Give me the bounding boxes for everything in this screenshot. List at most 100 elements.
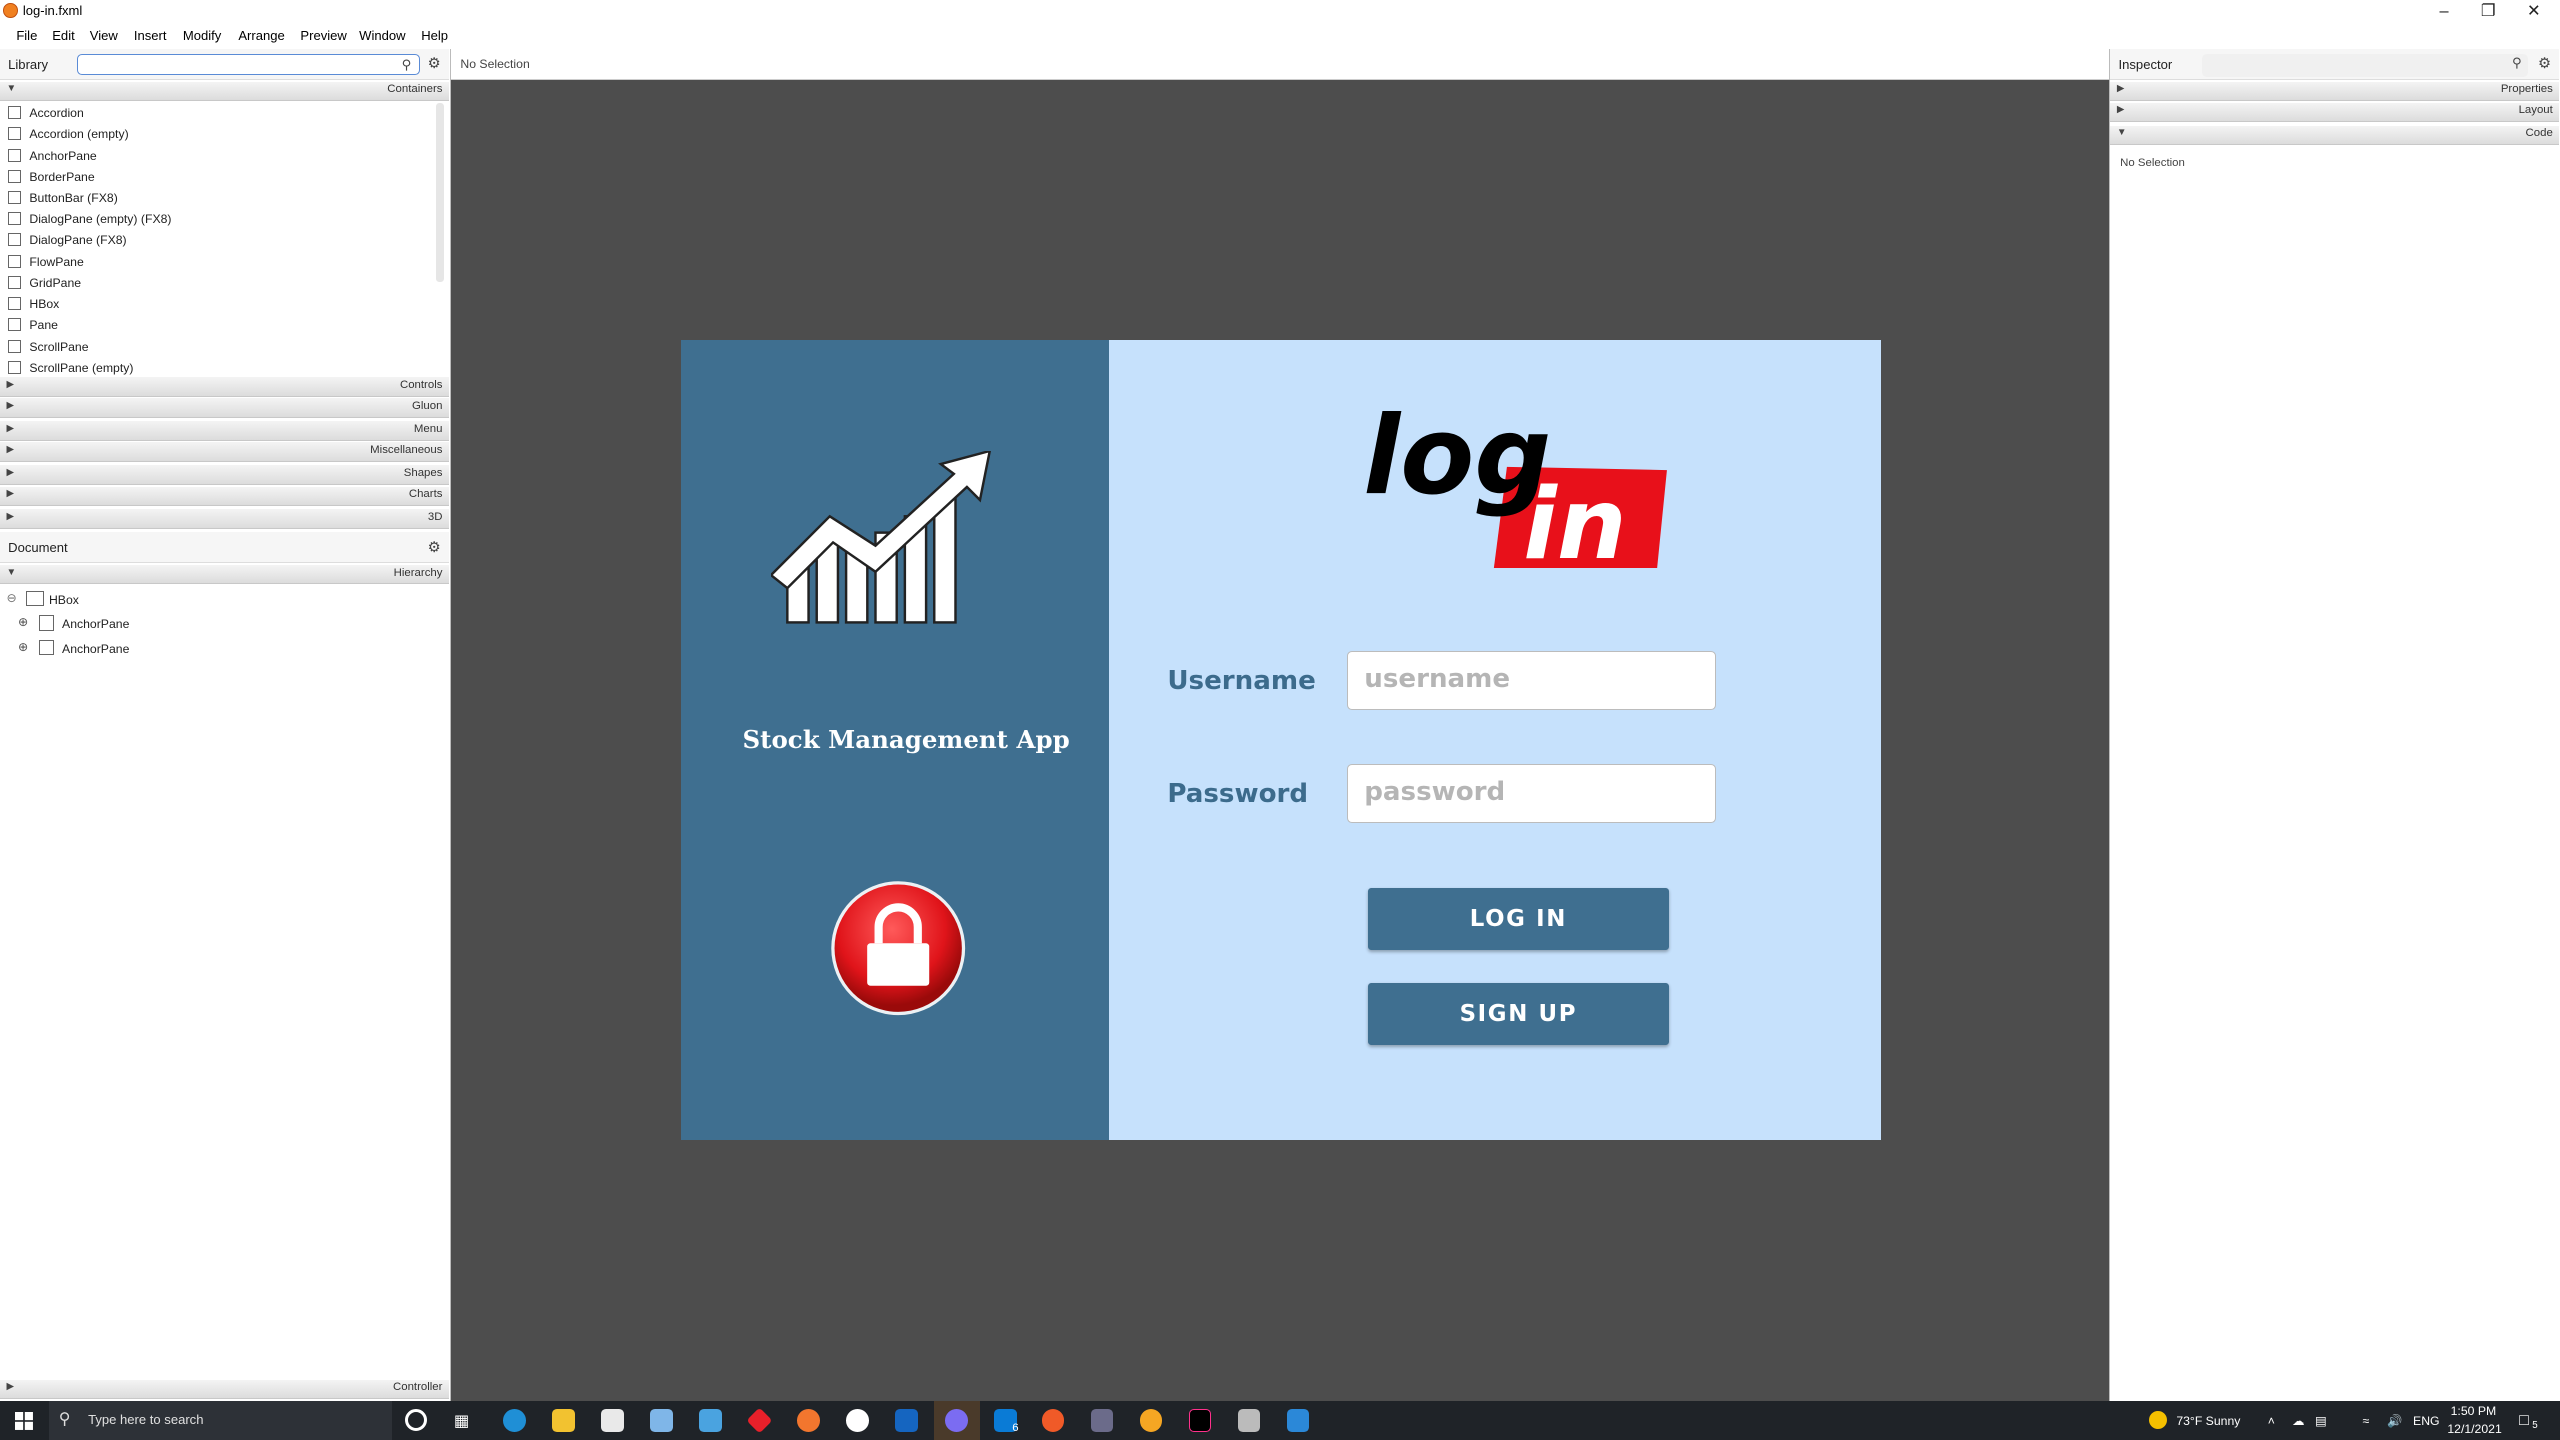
menu-view[interactable]: View	[90, 28, 118, 43]
expand-icon[interactable]: ⊕	[18, 640, 28, 654]
volume-icon[interactable]: 🔊	[2387, 1414, 2402, 1428]
menu-edit[interactable]: Edit	[52, 28, 74, 43]
virtualbox-icon[interactable]	[649, 1408, 673, 1432]
pane-icon	[8, 318, 22, 332]
list-item[interactable]: GridPane	[0, 273, 434, 294]
library-scrollbar[interactable]	[435, 102, 445, 283]
edge-icon[interactable]	[502, 1408, 526, 1432]
tray-app-icon[interactable]: ☁	[2292, 1414, 2304, 1428]
expand-icon[interactable]: ⊕	[18, 615, 28, 629]
network-icon[interactable]: ▤	[2315, 1414, 2327, 1428]
photos-icon[interactable]	[1286, 1408, 1310, 1432]
task-view-icon[interactable]: ▦	[454, 1411, 469, 1431]
clock-time[interactable]: 1:50 PM	[2451, 1404, 2497, 1418]
tree-label: AnchorPane	[62, 617, 130, 632]
taskbar-badge: 6	[1012, 1422, 1019, 1435]
list-item[interactable]: Accordion (empty)	[0, 124, 434, 145]
search-icon[interactable]: ⚲	[402, 57, 412, 73]
tree-item[interactable]: ⊕ AnchorPane	[0, 637, 441, 661]
menu-help[interactable]: Help	[421, 28, 448, 43]
tree-item[interactable]: ⊕ AnchorPane	[0, 612, 441, 636]
git-icon[interactable]	[746, 1407, 773, 1434]
menu-bar: File Edit View Insert Modify Arrange Pre…	[0, 22, 2560, 48]
item-label: HBox	[29, 297, 60, 312]
paint-icon[interactable]	[1237, 1408, 1261, 1432]
clock-date[interactable]: 12/1/2021	[2447, 1422, 2501, 1436]
section-miscellaneous[interactable]: ▶ Miscellaneous	[0, 442, 449, 463]
windows-start-icon[interactable]	[14, 1412, 33, 1431]
section-code[interactable]: ▼ Code	[2110, 125, 2560, 146]
inspector-search-input[interactable]	[2201, 53, 2529, 77]
discord-icon[interactable]	[945, 1408, 969, 1432]
list-item[interactable]: BorderPane	[0, 167, 434, 188]
menu-window[interactable]: Window	[359, 28, 405, 43]
weather-text[interactable]: 73°F Sunny	[2176, 1414, 2240, 1428]
list-item[interactable]: FlowPane	[0, 251, 434, 272]
chevron-right-icon: ▶	[6, 466, 15, 478]
menu-insert[interactable]: Insert	[134, 28, 167, 43]
collapse-icon[interactable]: ⊖	[7, 591, 17, 605]
section-controller[interactable]: ▶ Controller	[0, 1379, 449, 1400]
list-item[interactable]: AnchorPane	[0, 145, 434, 166]
section-menu[interactable]: ▶ Menu	[0, 421, 449, 441]
list-item[interactable]: ScrollPane (empty)	[0, 358, 434, 378]
branding-pane[interactable]: Stock Management App	[680, 339, 1109, 1140]
section-charts[interactable]: ▶ Charts	[0, 486, 449, 507]
section-shapes[interactable]: ▶ Shapes	[0, 465, 449, 485]
search-icon[interactable]: ⚲	[2512, 55, 2522, 71]
borderpane-icon	[8, 169, 22, 183]
notification-icon[interactable]: □	[2519, 1411, 2529, 1430]
menu-arrange[interactable]: Arrange	[238, 28, 284, 43]
file-explorer-icon[interactable]	[551, 1408, 575, 1432]
tree-item-root[interactable]: ⊖ HBox	[0, 588, 441, 612]
terminal-icon[interactable]	[1090, 1408, 1114, 1432]
lock-icon	[831, 881, 965, 1016]
list-item[interactable]: HBox	[0, 294, 434, 315]
cortana-icon[interactable]	[404, 1408, 428, 1432]
item-label: GridPane	[29, 275, 82, 290]
weather-sun-icon[interactable]	[2148, 1410, 2167, 1429]
section-containers[interactable]: ▼ Containers	[0, 81, 449, 102]
section-label: Gluon	[412, 399, 443, 412]
store-icon[interactable]	[600, 1408, 624, 1432]
wifi-icon[interactable]: ≈	[2362, 1414, 2369, 1428]
section-layout[interactable]: ▶ Layout	[2110, 102, 2560, 123]
list-item[interactable]: DialogPane (empty) (FX8)	[0, 209, 434, 230]
signup-button[interactable]: SIGN UP	[1368, 982, 1669, 1045]
inspector-gear-icon[interactable]: ⚙	[2538, 55, 2551, 72]
login-pane[interactable]: log in Username username Password passwo…	[1108, 339, 1881, 1140]
login-form-canvas[interactable]: Stock Management App log in Username use…	[680, 339, 1881, 1140]
taskbar-search-box[interactable]: ⚲ Type here to search	[48, 1400, 392, 1440]
list-item[interactable]: Accordion	[0, 103, 434, 124]
git-client-icon[interactable]	[1041, 1408, 1065, 1432]
tray-overflow-icon[interactable]: ˄	[2268, 1414, 2275, 1428]
minimize-button[interactable]: –	[2421, 0, 2467, 23]
username-field[interactable]: username	[1346, 651, 1716, 711]
login-button[interactable]: LOG IN	[1368, 888, 1669, 951]
menu-file[interactable]: File	[16, 28, 37, 43]
restore-button[interactable]: ❐	[2465, 0, 2511, 23]
section-properties[interactable]: ▶ Properties	[2110, 81, 2560, 102]
language-indicator[interactable]: ENG	[2413, 1414, 2440, 1428]
menu-preview[interactable]: Preview	[300, 28, 346, 43]
mail-icon[interactable]	[698, 1408, 722, 1432]
document-gear-icon[interactable]: ⚙	[428, 539, 441, 556]
list-item[interactable]: ButtonBar (FX8)	[0, 188, 434, 209]
github-icon[interactable]	[845, 1408, 869, 1432]
section-gluon[interactable]: ▶ Gluon	[0, 398, 449, 418]
scene-builder-icon[interactable]	[1139, 1408, 1163, 1432]
section-controls[interactable]: ▶ Controls	[0, 377, 449, 397]
list-item[interactable]: Pane	[0, 315, 434, 336]
outlook-icon[interactable]	[894, 1408, 918, 1432]
list-item[interactable]: DialogPane (FX8)	[0, 230, 434, 251]
list-item[interactable]: ScrollPane	[0, 336, 434, 357]
intellij-icon[interactable]	[1188, 1408, 1212, 1432]
close-button[interactable]: ✕	[2511, 0, 2557, 23]
section-hierarchy[interactable]: ▼ Hierarchy	[0, 564, 449, 585]
section-3d[interactable]: ▶ 3D	[0, 509, 449, 529]
library-gear-icon[interactable]: ⚙	[428, 55, 441, 72]
firefox-icon[interactable]	[796, 1408, 820, 1432]
password-field[interactable]: password	[1346, 764, 1716, 823]
library-search-input[interactable]	[76, 53, 420, 76]
menu-modify[interactable]: Modify	[183, 28, 221, 43]
